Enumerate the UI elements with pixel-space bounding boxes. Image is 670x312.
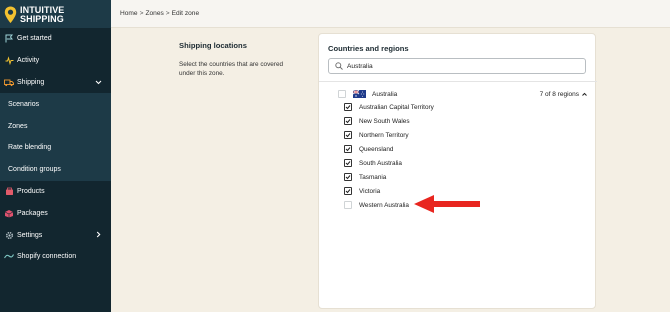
- breadcrumb-separator: >: [139, 10, 144, 17]
- region-name: Northern Territory: [359, 131, 409, 139]
- region-checkbox[interactable]: [344, 187, 352, 195]
- region-row[interactable]: Queensland: [344, 144, 393, 154]
- australia-flag-icon: [353, 90, 366, 98]
- annotation-arrow: [414, 195, 480, 213]
- products-icon: [4, 186, 14, 196]
- breadcrumb: Home > Zones > Edit zone: [111, 0, 670, 28]
- activity-icon: [4, 56, 14, 66]
- search-input[interactable]: [347, 62, 577, 70]
- regions-toggle[interactable]: 7 of 8 regions: [540, 91, 588, 98]
- region-name: Western Australia: [359, 201, 409, 209]
- checkmark-icon: [345, 133, 351, 138]
- truck-icon: [4, 77, 14, 87]
- sidebar-item-label: Activity: [17, 57, 40, 65]
- sidebar-item-label: Zones: [8, 122, 28, 130]
- gear-icon: [4, 230, 14, 240]
- checkmark-icon: [345, 147, 351, 152]
- sidebar-item-get-started[interactable]: Get started: [0, 28, 111, 50]
- region-name: Tasmania: [359, 173, 387, 181]
- breadcrumb-home[interactable]: Home: [120, 10, 138, 17]
- region-name: Australian Capital Territory: [359, 103, 434, 111]
- brand-name-line2: SHIPPING: [20, 13, 64, 24]
- sidebar-item-label: Shopify connection: [17, 253, 77, 261]
- sidebar-item-zones[interactable]: Zones: [0, 115, 111, 137]
- flag-icon: [4, 34, 14, 44]
- region-checkbox[interactable]: [344, 173, 352, 181]
- breadcrumb-current: Edit zone: [171, 10, 200, 17]
- region-checkbox[interactable]: [344, 159, 352, 167]
- sidebar-item-shipping[interactable]: Shipping: [0, 71, 111, 94]
- region-row[interactable]: Northern Territory: [344, 130, 409, 140]
- region-row[interactable]: New South Wales: [344, 116, 410, 126]
- location-pin-icon: [4, 6, 17, 23]
- region-checkbox[interactable]: [344, 201, 352, 209]
- sidebar-item-label: Settings: [17, 231, 43, 239]
- search-icon: [335, 62, 343, 70]
- checkmark-icon: [345, 161, 351, 166]
- sidebar-item-condition-groups[interactable]: Condition groups: [0, 158, 111, 181]
- countries-card: Countries and regions Australia 7 of 8 r…: [318, 33, 597, 309]
- region-row[interactable]: Victoria: [344, 186, 380, 196]
- region-name: South Australia: [359, 159, 402, 167]
- sidebar-item-label: Packages: [17, 209, 48, 217]
- region-row[interactable]: South Australia: [344, 158, 402, 168]
- checkmark-icon: [345, 119, 351, 124]
- region-checkbox[interactable]: [344, 145, 352, 153]
- checkmark-icon: [345, 189, 351, 194]
- breadcrumb-separator: >: [165, 10, 170, 17]
- divider: [319, 81, 597, 82]
- section-title: Shipping locations: [179, 41, 247, 50]
- sidebar-item-activity[interactable]: Activity: [0, 49, 111, 72]
- sidebar-item-settings[interactable]: Settings: [0, 224, 111, 246]
- shopify-icon: [4, 252, 14, 262]
- region-row[interactable]: Australian Capital Territory: [344, 102, 434, 112]
- chevron-right-icon: [96, 231, 101, 238]
- country-checkbox[interactable]: [338, 90, 346, 98]
- chevron-up-icon: [582, 92, 587, 96]
- sidebar-item-label: Get started: [17, 35, 52, 43]
- breadcrumb-zones[interactable]: Zones: [145, 10, 163, 17]
- package-icon: [4, 208, 14, 218]
- card-title: Countries and regions: [328, 44, 409, 53]
- country-name: Australia: [372, 90, 398, 98]
- checkmark-icon: [345, 175, 351, 180]
- country-row-australia[interactable]: Australia 7 of 8 regions: [338, 88, 588, 100]
- sidebar: INTUITIVE SHIPPING Get started Activity …: [0, 0, 111, 312]
- region-checkbox[interactable]: [344, 103, 352, 111]
- regions-count-label: 7 of 8 regions: [539, 90, 579, 98]
- region-checkbox[interactable]: [344, 131, 352, 139]
- region-checkbox[interactable]: [344, 117, 352, 125]
- region-name: New South Wales: [359, 117, 410, 125]
- sidebar-item-label: Condition groups: [8, 166, 61, 174]
- sidebar-item-label: Products: [17, 187, 45, 195]
- search-box[interactable]: [328, 58, 586, 74]
- sidebar-item-scenarios[interactable]: Scenarios: [0, 93, 111, 116]
- region-row[interactable]: Tasmania: [344, 172, 386, 182]
- sidebar-item-packages[interactable]: Packages: [0, 202, 111, 225]
- sidebar-item-products[interactable]: Products: [0, 180, 111, 203]
- chevron-down-icon: [95, 80, 102, 84]
- checkmark-icon: [345, 105, 351, 110]
- region-row[interactable]: Western Australia: [344, 200, 409, 210]
- logo[interactable]: INTUITIVE SHIPPING: [0, 0, 111, 29]
- sidebar-item-shopify-connection[interactable]: Shopify connection: [0, 245, 111, 268]
- sidebar-item-label: Scenarios: [8, 100, 40, 108]
- sidebar-footer: [0, 266, 111, 312]
- sidebar-item-label: Shipping: [17, 78, 45, 86]
- sidebar-item-rate-blending[interactable]: Rate blending: [0, 136, 111, 159]
- sidebar-item-label: Rate blending: [8, 144, 52, 152]
- section-description: Select the countries that are covered un…: [179, 61, 284, 77]
- region-name: Victoria: [359, 187, 381, 195]
- brand-name: INTUITIVE SHIPPING: [20, 5, 64, 24]
- region-name: Queensland: [359, 145, 394, 153]
